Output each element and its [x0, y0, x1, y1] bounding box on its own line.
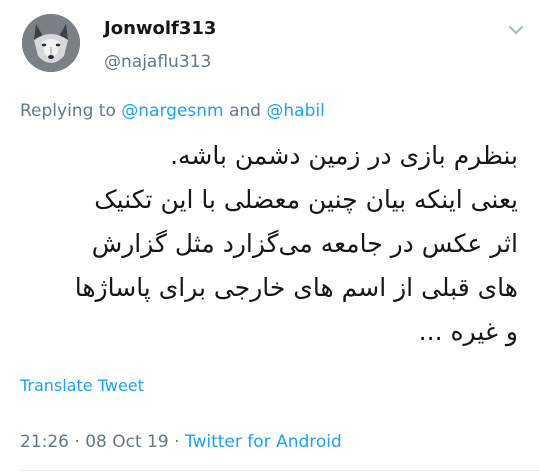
tweet-text-line: و غیره ... [418, 317, 518, 346]
meta-separator: · [168, 432, 185, 452]
tweet-source-link[interactable]: Twitter for Android [185, 432, 342, 452]
chevron-down-icon[interactable] [506, 22, 526, 38]
wolf-icon [22, 14, 80, 72]
tweet-text-line: های قبلی از اسم های خارجی برای پاساژها [74, 273, 518, 302]
mention-link-habil[interactable]: @habil [266, 101, 324, 121]
meta-separator: · [69, 432, 86, 452]
user-handle[interactable]: @najaflu313 [104, 52, 211, 72]
tweet-text-line: یعنی اینکه بیان چنین معضلی با این تکنیک [94, 185, 518, 214]
avatar[interactable] [22, 14, 80, 72]
tweet-date[interactable]: 08 Oct 19 [85, 432, 168, 452]
mention-link-nargesnm[interactable]: @nargesnm [121, 101, 223, 121]
tweet-time[interactable]: 21:26 [20, 432, 69, 452]
translate-tweet-link[interactable]: Translate Tweet [20, 376, 144, 395]
tweet-meta: 21:26 · 08 Oct 19 · Twitter for Android [20, 432, 342, 452]
divider [20, 470, 540, 471]
tweet-text-line: اثر عکس در جامعه می‌گزارد مثل گزارش [91, 229, 518, 258]
replying-to-prefix: Replying to [20, 101, 122, 121]
replying-to-conjunction: and [223, 101, 267, 121]
display-name[interactable]: Jonwolf313 [104, 18, 216, 39]
tweet-text: بنظرم بازی در زمین دشمن باشه. یعنی اینکه… [18, 134, 518, 354]
replying-to: Replying to @nargesnm and @habil [20, 101, 325, 121]
tweet-text-line: بنظرم بازی در زمین دشمن باشه. [170, 141, 518, 170]
